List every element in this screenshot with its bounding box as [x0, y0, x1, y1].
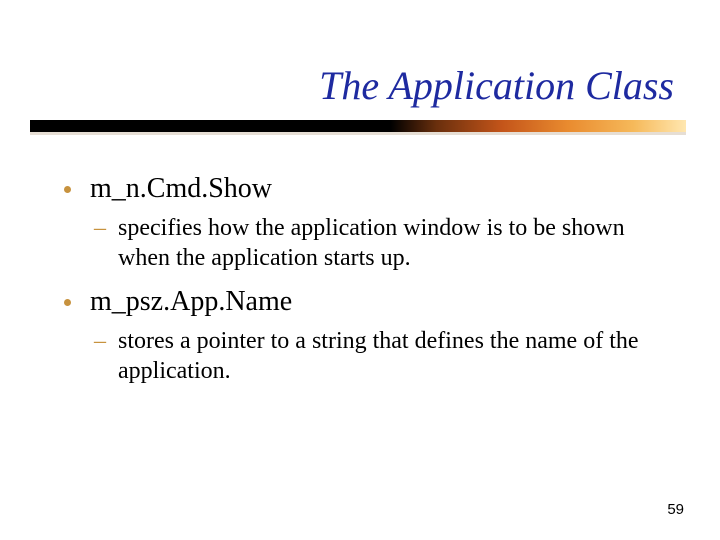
bullet-2-label: m_psz.App.Name — [90, 286, 292, 317]
bullet-1-sub-text: specifies how the application window is … — [118, 215, 625, 271]
bullet-2-sub: – stores a pointer to a string that defi… — [94, 326, 660, 386]
bullet-1-sub: – specifies how the application window i… — [94, 213, 660, 273]
dash-icon: – — [94, 213, 106, 243]
bullet-2: m_psz.App.Name — [60, 287, 660, 318]
gradient-rule-bar — [30, 120, 686, 132]
slide: The Application Class m_n.Cmd.Show – spe… — [0, 0, 720, 540]
page-number: 59 — [667, 501, 684, 518]
dash-icon: – — [94, 326, 106, 356]
bullet-dot-icon — [64, 186, 71, 193]
bullet-dot-icon — [64, 299, 71, 306]
bullet-1-label: m_n.Cmd.Show — [90, 173, 272, 204]
slide-title: The Application Class — [319, 62, 674, 109]
gradient-rule — [30, 120, 686, 135]
content-area: m_n.Cmd.Show – specifies how the applica… — [60, 160, 660, 400]
gradient-rule-shadow — [30, 132, 686, 135]
bullet-2-sub-text: stores a pointer to a string that define… — [118, 328, 639, 384]
bullet-1: m_n.Cmd.Show — [60, 174, 660, 205]
